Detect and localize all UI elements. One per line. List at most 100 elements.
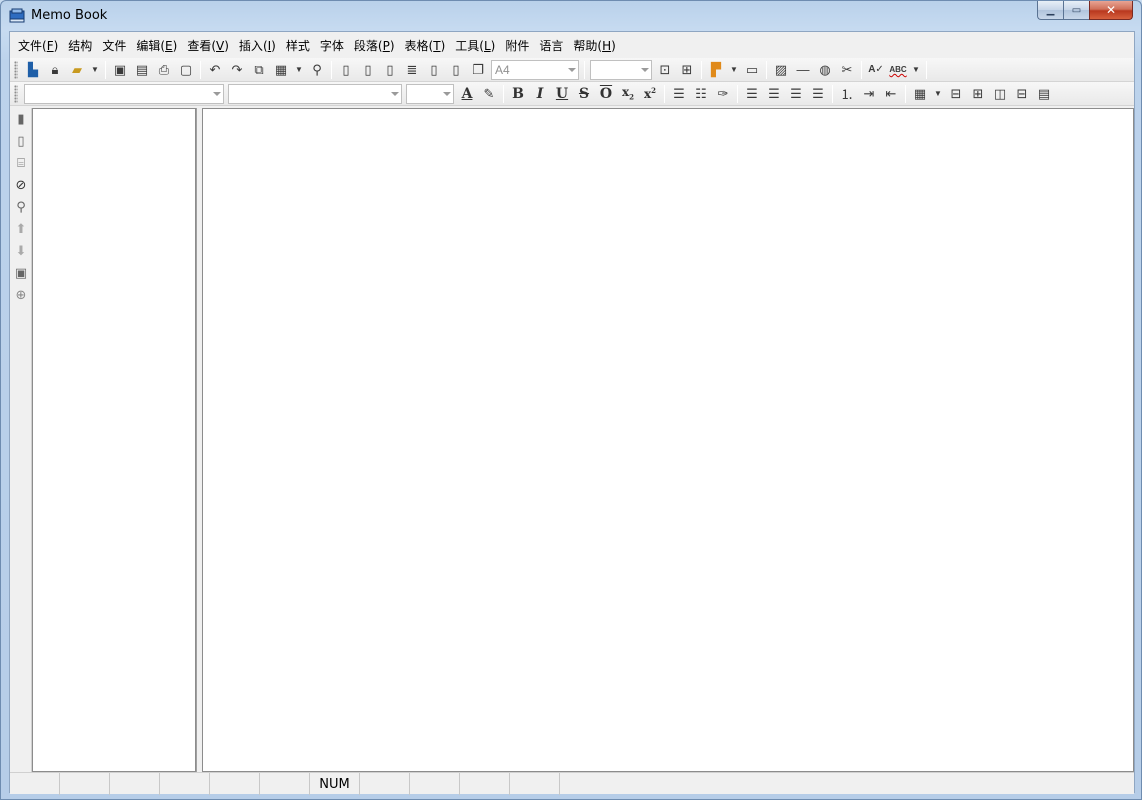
page-button-6[interactable]: ▯ bbox=[445, 60, 467, 80]
justify-button[interactable]: ☰ bbox=[807, 84, 829, 104]
page-list-button[interactable]: ≣ bbox=[401, 60, 423, 80]
subscript-button[interactable]: x2 bbox=[617, 84, 639, 104]
delete-column-button[interactable]: ◫ bbox=[989, 84, 1011, 104]
book-view-button[interactable]: ▮ bbox=[10, 108, 32, 130]
delete-row-button[interactable]: ⊟ bbox=[1011, 84, 1033, 104]
undo-button[interactable]: ↶ bbox=[204, 60, 226, 80]
table-dropdown[interactable]: ▼ bbox=[931, 84, 945, 104]
outdent-button[interactable]: ⇤ bbox=[880, 84, 902, 104]
auto-spell-button[interactable]: ABC bbox=[887, 60, 909, 80]
insert-table-button[interactable]: ▦ bbox=[909, 84, 931, 104]
menu-structure[interactable]: 结构 bbox=[68, 37, 98, 54]
remove-link-button[interactable]: ✂ bbox=[836, 60, 858, 80]
underline-button[interactable]: U bbox=[551, 84, 573, 104]
align-center-button[interactable]: ☰ bbox=[763, 84, 785, 104]
menu-file[interactable]: 文件(F) bbox=[18, 37, 64, 54]
page-button-3[interactable]: ▯ bbox=[379, 60, 401, 80]
menu-table[interactable]: 表格(T) bbox=[405, 37, 452, 54]
rename-button[interactable]: ⌸ bbox=[10, 152, 32, 174]
print-button[interactable]: ⎙ bbox=[153, 60, 175, 80]
editor-area[interactable] bbox=[202, 108, 1134, 772]
menu-insert[interactable]: 插入(I) bbox=[239, 37, 282, 54]
menu-style[interactable]: 样式 bbox=[286, 37, 316, 54]
new-note-button[interactable]: ▯ bbox=[10, 130, 32, 152]
delete-button[interactable]: ⊘ bbox=[10, 174, 32, 196]
table-properties-button[interactable]: ▤ bbox=[1033, 84, 1055, 104]
bookmark-dropdown[interactable]: ▼ bbox=[88, 60, 102, 80]
search-button[interactable]: ⚲ bbox=[10, 196, 32, 218]
insert-column-button[interactable]: ⊞ bbox=[967, 84, 989, 104]
bold-button[interactable]: B bbox=[507, 84, 529, 104]
superscript-button[interactable]: x2 bbox=[639, 84, 661, 104]
strikethrough-button[interactable]: S bbox=[573, 84, 595, 104]
spell-check-button[interactable]: A✓ bbox=[865, 60, 887, 80]
menu-help[interactable]: 帮助(H) bbox=[573, 37, 621, 54]
title-bar[interactable]: Memo Book ▁ ▭ ✕ bbox=[1, 1, 1141, 31]
border-button[interactable]: ▛ bbox=[705, 60, 727, 80]
toolbar-grip[interactable] bbox=[14, 60, 18, 79]
move-down-button[interactable]: ⬇ bbox=[10, 240, 32, 262]
indent-button[interactable]: ⇥ bbox=[858, 84, 880, 104]
align-right-button[interactable]: ☰ bbox=[785, 84, 807, 104]
font-color-button[interactable]: A bbox=[456, 84, 478, 104]
add-button[interactable]: ⊕ bbox=[10, 284, 32, 306]
find-button[interactable]: ⚲ bbox=[306, 60, 328, 80]
italic-button[interactable]: I bbox=[529, 84, 551, 104]
format-painter-button[interactable]: ✑ bbox=[712, 84, 734, 104]
maximize-button[interactable]: ▭ bbox=[1063, 1, 1089, 20]
bookmark-button[interactable]: ▰ bbox=[66, 60, 88, 80]
font-size-select[interactable] bbox=[406, 83, 454, 104]
menu-attachment[interactable]: 附件 bbox=[505, 37, 535, 54]
paragraph-button-1[interactable]: ☰ bbox=[668, 84, 690, 104]
page-export-button[interactable]: ▯ bbox=[423, 60, 445, 80]
paste-dropdown[interactable]: ▼ bbox=[292, 60, 306, 80]
page-copy-button[interactable]: ❐ bbox=[467, 60, 489, 80]
menu-language[interactable]: 语言 bbox=[539, 37, 569, 54]
text-box-button[interactable]: ▭ bbox=[741, 60, 763, 80]
style-select[interactable] bbox=[24, 83, 224, 104]
save-as-button[interactable]: ▣ bbox=[109, 60, 131, 80]
highlight-button[interactable]: ✎ bbox=[478, 84, 500, 104]
menu-view[interactable]: 查看(V) bbox=[187, 37, 235, 54]
zoom-fit-button[interactable]: ⊡ bbox=[654, 60, 676, 80]
print-preview-button[interactable]: ▢ bbox=[175, 60, 197, 80]
font-name-select[interactable] bbox=[228, 83, 402, 104]
minimize-button[interactable]: ▁ bbox=[1037, 1, 1063, 20]
floppy-icon: ▤ bbox=[135, 61, 149, 77]
open-book-button[interactable]: ▙ bbox=[22, 60, 44, 80]
menu-paragraph[interactable]: 段落(P) bbox=[354, 37, 401, 54]
move-up-button[interactable]: ⬆ bbox=[10, 218, 32, 240]
copy-button[interactable]: ⧉ bbox=[248, 60, 270, 80]
align-left-button[interactable]: ☰ bbox=[741, 84, 763, 104]
insert-link-button[interactable]: ◍ bbox=[814, 60, 836, 80]
chevron-down-icon: ▼ bbox=[934, 89, 942, 98]
new-page-button[interactable]: ▯ bbox=[335, 60, 357, 80]
spell-dropdown[interactable]: ▼ bbox=[909, 60, 923, 80]
border-dropdown[interactable]: ▼ bbox=[727, 60, 741, 80]
page-export-icon: ▯ bbox=[430, 61, 438, 77]
menu-edit[interactable]: 编辑(E) bbox=[136, 37, 183, 54]
paste-button[interactable]: ▦ bbox=[270, 60, 292, 80]
close-button[interactable]: ✕ bbox=[1089, 1, 1133, 20]
save-note-button[interactable]: ▣ bbox=[10, 262, 32, 284]
paragraph-button-2[interactable]: ☷ bbox=[690, 84, 712, 104]
page-size-select[interactable]: A4 bbox=[491, 59, 579, 80]
zoom-select[interactable] bbox=[590, 59, 652, 80]
insert-line-button[interactable]: — bbox=[792, 60, 814, 80]
insert-image-button[interactable]: ▨ bbox=[770, 60, 792, 80]
toolbar-grip[interactable] bbox=[14, 84, 18, 103]
lock-button[interactable]: 🔒︎ bbox=[44, 60, 66, 80]
overline-button[interactable]: O bbox=[595, 84, 617, 104]
zoom-page-button[interactable]: ⊞ bbox=[676, 60, 698, 80]
menu-file-2[interactable]: 文件 bbox=[102, 37, 132, 54]
note-tree-panel[interactable] bbox=[32, 108, 196, 772]
client-area: 文件(F) 结构 文件 编辑(E) 查看(V) 插入(I) 样式 字体 段落(P… bbox=[9, 31, 1135, 795]
menu-font[interactable]: 字体 bbox=[320, 37, 350, 54]
redo-button[interactable]: ↷ bbox=[226, 60, 248, 80]
delete-page-button[interactable]: ▯ bbox=[357, 60, 379, 80]
menu-tools[interactable]: 工具(L) bbox=[455, 37, 501, 54]
numbered-list-button[interactable]: ⒈ bbox=[836, 84, 858, 104]
insert-row-button[interactable]: ⊟ bbox=[945, 84, 967, 104]
save-button[interactable]: ▤ bbox=[131, 60, 153, 80]
status-cell bbox=[510, 773, 560, 795]
